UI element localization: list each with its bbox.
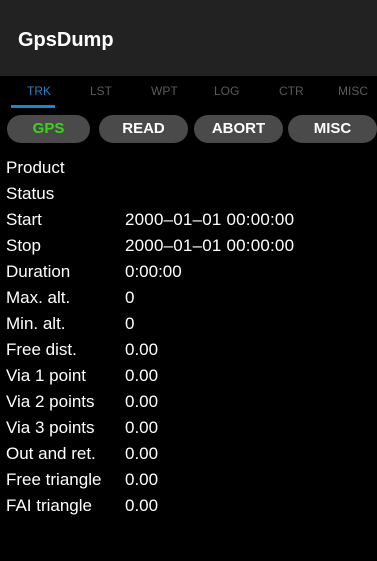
field-label: Start <box>6 210 42 229</box>
field-label: Out and ret. <box>6 444 96 463</box>
field-value: 0 <box>125 288 135 307</box>
field-label: Status <box>6 184 55 203</box>
tab-misc[interactable]: MISC <box>338 85 368 97</box>
field-row-max-alt: Max. alt. 0 <box>0 285 377 311</box>
field-value: 2000–01–01 00:00:00 <box>125 236 295 255</box>
field-row-status: Status <box>0 181 377 207</box>
abort-button[interactable]: ABORT <box>194 115 283 143</box>
field-value: 0.00 <box>125 418 159 437</box>
field-value: 0.00 <box>125 340 159 359</box>
app-title: GpsDump <box>18 29 114 51</box>
field-value: 0.00 <box>125 392 159 411</box>
field-value: 0.00 <box>125 444 159 463</box>
field-label: Product <box>6 158 65 177</box>
field-row-via-1-point: Via 1 point 0.00 <box>0 363 377 389</box>
field-row-duration: Duration 0:00:00 <box>0 259 377 285</box>
read-button[interactable]: READ <box>99 115 188 143</box>
field-value: 0.00 <box>125 366 159 385</box>
field-value: 0.00 <box>125 496 159 515</box>
tab-wpt[interactable]: WPT <box>151 85 178 97</box>
field-value: 0.00 <box>125 470 159 489</box>
field-row-via-2-points: Via 2 points 0.00 <box>0 389 377 415</box>
field-row-stop: Stop 2000–01–01 00:00:00 <box>0 233 377 259</box>
field-row-via-3-points: Via 3 points 0.00 <box>0 415 377 441</box>
field-label: Via 1 point <box>6 366 87 385</box>
field-label: Via 2 points <box>6 392 95 411</box>
field-row-start: Start 2000–01–01 00:00:00 <box>0 207 377 233</box>
field-row-out-and-ret: Out and ret. 0.00 <box>0 441 377 467</box>
tab-bar: TRK LST WPT LOG CTR MISC <box>0 76 377 110</box>
field-label: Stop <box>6 236 41 255</box>
field-value: 0:00:00 <box>125 262 182 281</box>
field-value: 0 <box>125 314 135 333</box>
app-bar: GpsDump <box>0 0 377 76</box>
field-row-fai-triangle: FAI triangle 0.00 <box>0 493 377 519</box>
field-label: Min. alt. <box>6 314 66 333</box>
active-tab-indicator <box>11 105 55 108</box>
button-bar: GPS READ ABORT MISC <box>0 110 377 152</box>
field-label: Free dist. <box>6 340 77 359</box>
gps-button[interactable]: GPS <box>7 115 90 143</box>
field-label: Max. alt. <box>6 288 71 307</box>
tab-lst[interactable]: LST <box>90 85 112 97</box>
tab-ctr[interactable]: CTR <box>279 85 304 97</box>
field-row-free-dist: Free dist. 0.00 <box>0 337 377 363</box>
field-value: 2000–01–01 00:00:00 <box>125 210 295 229</box>
field-row-min-alt: Min. alt. 0 <box>0 311 377 337</box>
field-label: Duration <box>6 262 71 281</box>
tab-trk[interactable]: TRK <box>27 85 51 97</box>
field-label: Free triangle <box>6 470 102 489</box>
tab-log[interactable]: LOG <box>214 85 239 97</box>
field-row-product: Product <box>0 155 377 181</box>
field-label: Via 3 points <box>6 418 95 437</box>
misc-button[interactable]: MISC <box>288 115 377 143</box>
field-label: FAI triangle <box>6 496 92 515</box>
field-row-free-triangle: Free triangle 0.00 <box>0 467 377 493</box>
